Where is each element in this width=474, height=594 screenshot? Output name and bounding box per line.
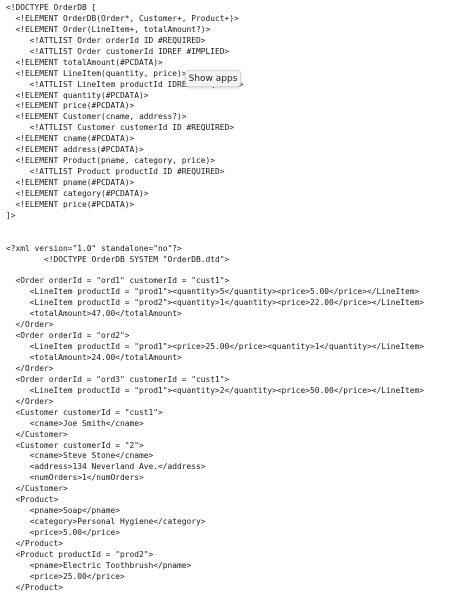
- code-line: </Product>: [6, 538, 64, 548]
- code-line: <!ATTLIST Customer customerId ID #REQUIR…: [6, 123, 235, 133]
- code-line: <price>25.00</price>: [6, 571, 125, 581]
- code-line: <!ELEMENT Customer(cname, address?)>: [6, 112, 187, 122]
- code-line: <Order orderId = "ord1" customerId = "cu…: [6, 276, 230, 286]
- code-line: <!ELEMENT category(#PCDATA)>: [6, 188, 149, 198]
- code-line: <!ATTLIST Order customerId IDREF #IMPLIE…: [6, 46, 230, 56]
- code-line: <totalAmount>47.00</totalAmount>: [6, 309, 182, 319]
- code-line: <!ELEMENT price(#PCDATA)>: [6, 101, 135, 111]
- code-line: <LineItem productId = "prod1"><quantity>…: [6, 287, 420, 297]
- code-line: <!ATTLIST Product productId ID #REQUIRED…: [6, 167, 225, 177]
- code-line: <!ELEMENT Product(pname, category, price…: [6, 156, 216, 166]
- code-line: <!ELEMENT cname(#PCDATA)>: [6, 134, 135, 144]
- code-line: <totalAmount>24.00</totalAmount>: [6, 353, 182, 362]
- code-line: <!DOCTYPE OrderDB SYSTEM "OrderDB.dtd">: [6, 254, 230, 264]
- code-text-area: <!DOCTYPE OrderDB [ <!ELEMENT OrderDB(Or…: [6, 3, 472, 594]
- code-line: <!ELEMENT address(#PCDATA)>: [6, 145, 144, 155]
- code-line: <?xml version="1.0" standalone="no"?>: [6, 243, 182, 253]
- code-line: <!ATTLIST Order orderId ID #REQUIRED>: [6, 35, 206, 45]
- code-line: <pname>Electric Toothbrush</pname>: [6, 560, 192, 570]
- code-line: </Customer>: [6, 429, 68, 439]
- code-line: <!ELEMENT OrderDB(Order*, Customer+, Pro…: [6, 13, 239, 23]
- code-line: <Customer customerId = "cust1">: [6, 407, 163, 417]
- code-line: <!DOCTYPE OrderDB [: [6, 3, 97, 12]
- code-line: <!ELEMENT pname(#PCDATA)>: [6, 178, 135, 187]
- code-line: </Customer>: [6, 484, 68, 494]
- code-line: <category>Personal Hygiene</category>: [6, 517, 206, 527]
- code-line: <Product>: [6, 495, 59, 505]
- code-line: </Order>: [6, 363, 54, 373]
- code-line: <cname>Joe Smith</cname>: [6, 418, 144, 428]
- code-line: ]>: [6, 210, 16, 220]
- code-line: <numOrders>1</numOrders>: [6, 473, 144, 483]
- code-line: <Order orderId = "ord3" customerId = "cu…: [6, 374, 230, 384]
- code-line: <Product productId = "prod2">: [6, 549, 154, 559]
- code-line: <LineItem productId = "prod1"><quantity>…: [6, 385, 425, 395]
- code-line: </Product>: [6, 582, 64, 592]
- code-line: <!ELEMENT totalAmount(#PCDATA)>: [6, 57, 163, 67]
- code-line: <pname>Soap</pname>: [6, 506, 121, 516]
- code-line: <!ELEMENT Order(LineItem+, totalAmount?)…: [6, 24, 211, 34]
- show-apps-tooltip: Show apps: [185, 70, 241, 87]
- code-line: <LineItem productId = "prod1"><price>25.…: [6, 342, 425, 352]
- code-line: </Order>: [6, 396, 54, 406]
- code-line: <!ELEMENT quantity(#PCDATA)>: [6, 90, 149, 100]
- code-line: <Order orderId = "ord2">: [6, 331, 130, 341]
- code-line: </Order>: [6, 320, 54, 330]
- code-line: <Customer customerId = "2">: [6, 440, 144, 450]
- code-line: <!ELEMENT price(#PCDATA)>: [6, 199, 135, 209]
- code-line: <price>5.00</price>: [6, 528, 121, 537]
- code-line: <LineItem productId = "prod2"><quantity>…: [6, 298, 425, 308]
- code-line: <address>134 Neverland Ave.</address>: [6, 462, 206, 472]
- code-line: <cname>Steve Stone</cname>: [6, 451, 154, 461]
